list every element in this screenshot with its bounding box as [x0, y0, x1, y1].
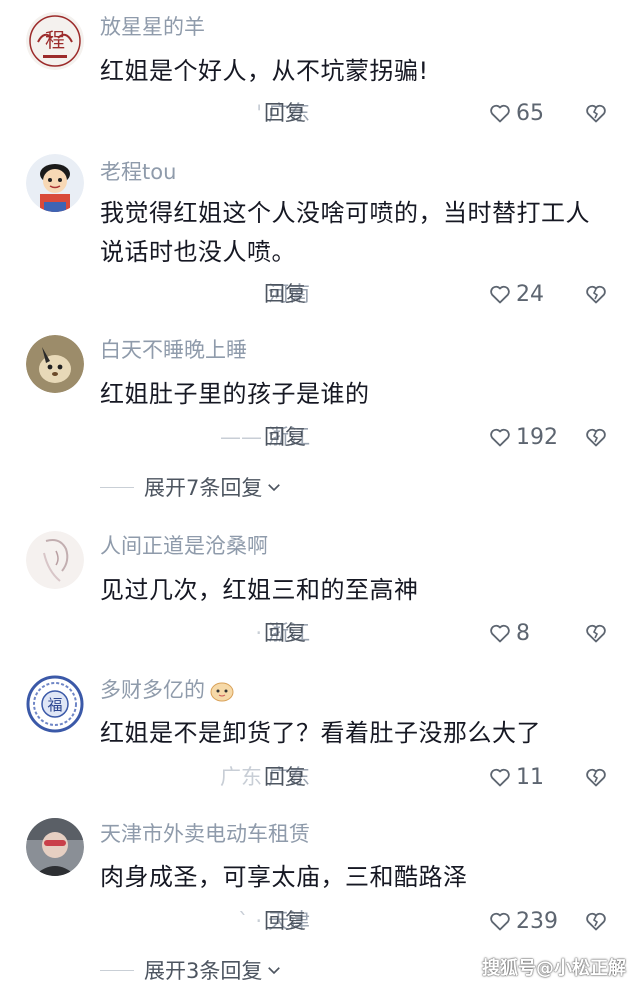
avatar[interactable]	[26, 818, 84, 876]
comment-text: 肉身成圣，可享太庙，三和酷路泽	[100, 863, 468, 891]
comment-username[interactable]: 天津市外卖电动车租赁	[100, 824, 310, 845]
comment-meta: 广东 广东 回复 11	[100, 762, 640, 792]
comment-username[interactable]: 放星星的羊	[100, 17, 205, 38]
like-button[interactable]: 65	[488, 98, 544, 128]
heart-icon	[490, 768, 510, 787]
comment-meta: · 浙江 回复 8	[100, 618, 640, 648]
animal-avatar-icon	[26, 335, 84, 393]
comment-text: 红姐是个好人，从不坑蒙拐骗!	[100, 57, 429, 85]
avatar[interactable]	[26, 154, 84, 212]
comment-username[interactable]: 白天不睡晚上睡	[100, 340, 247, 361]
comment-username[interactable]: 老程tou	[100, 162, 176, 183]
reply-button[interactable]: 回复	[264, 618, 306, 648]
sketch-avatar-icon	[26, 531, 84, 589]
comment-meta: ' 广东 回复 65	[100, 98, 640, 128]
like-count: 192	[516, 424, 558, 450]
like-button[interactable]: 239	[488, 906, 558, 936]
person-avatar-icon	[26, 818, 84, 876]
divider	[100, 486, 134, 488]
like-button[interactable]: 192	[488, 422, 558, 452]
avatar[interactable]	[26, 335, 84, 393]
like-count: 239	[516, 908, 558, 934]
comment-username[interactable]: 多财多亿的	[100, 680, 235, 702]
broken-heart-icon[interactable]	[584, 621, 608, 645]
broken-heart-icon[interactable]	[584, 765, 608, 789]
svg-text:程: 程	[45, 28, 65, 52]
comment-text: 红姐肚子里的孩子是谁的	[100, 380, 370, 408]
chevron-down-icon	[268, 484, 281, 492]
like-button[interactable]: 11	[488, 762, 544, 792]
expand-replies-label: 展开3条回复	[144, 959, 263, 983]
like-button[interactable]: 8	[488, 618, 530, 648]
broken-heart-icon[interactable]	[584, 282, 608, 306]
like-count: 24	[516, 281, 544, 307]
heart-icon	[490, 428, 510, 447]
chevron-down-icon	[268, 967, 281, 975]
reply-button[interactable]: 回复	[264, 422, 306, 452]
comment-text: 见过几次，红姐三和的至高神	[100, 576, 419, 604]
heart-icon	[490, 285, 510, 304]
avatar[interactable]: 程	[26, 12, 84, 70]
tiger-emoji-icon	[210, 682, 234, 702]
broken-heart-icon[interactable]	[584, 101, 608, 125]
reply-button[interactable]: 回复	[264, 279, 306, 309]
reply-button[interactable]: 回复	[264, 906, 306, 936]
reply-button[interactable]: 回复	[264, 762, 306, 792]
expand-replies-button[interactable]: 展开3条回复	[100, 955, 283, 985]
broken-heart-icon[interactable]	[584, 909, 608, 933]
expand-replies-button[interactable]: 展开7条回复	[100, 472, 283, 502]
like-count: 8	[516, 620, 530, 646]
divider	[100, 969, 134, 971]
heart-icon	[490, 624, 510, 643]
expand-replies-label: 展开7条回复	[144, 476, 263, 500]
cheng-logo-avatar-icon: 程	[26, 12, 84, 70]
comment-meta: 河南 回复 24	[100, 279, 640, 309]
comment-meta: —— 浙江 回复 192	[100, 422, 640, 452]
reply-button[interactable]: 回复	[264, 98, 306, 128]
like-button[interactable]: 24	[488, 279, 544, 309]
like-count: 11	[516, 764, 544, 790]
broken-heart-icon[interactable]	[584, 425, 608, 449]
heart-icon	[490, 104, 510, 123]
cartoon-boy-avatar-icon	[26, 154, 84, 212]
comment-meta: ` · 天津 回复 239	[100, 906, 640, 936]
comment-username[interactable]: 人间正道是沧桑啊	[100, 536, 268, 557]
blue-plate-avatar-icon: 福	[26, 675, 84, 733]
svg-text:福: 福	[47, 696, 62, 714]
watermark: 搜狐号@小松正解	[482, 958, 626, 979]
heart-icon	[490, 912, 510, 931]
like-count: 65	[516, 100, 544, 126]
avatar[interactable]	[26, 531, 84, 589]
comment-text: 红姐是不是卸货了？看着肚子没那么大了	[100, 719, 541, 747]
avatar[interactable]: 福	[26, 675, 84, 733]
comment-text: 我觉得红姐这个人没啥可喷的，当时替打工人说话时也没人喷。	[100, 199, 590, 266]
